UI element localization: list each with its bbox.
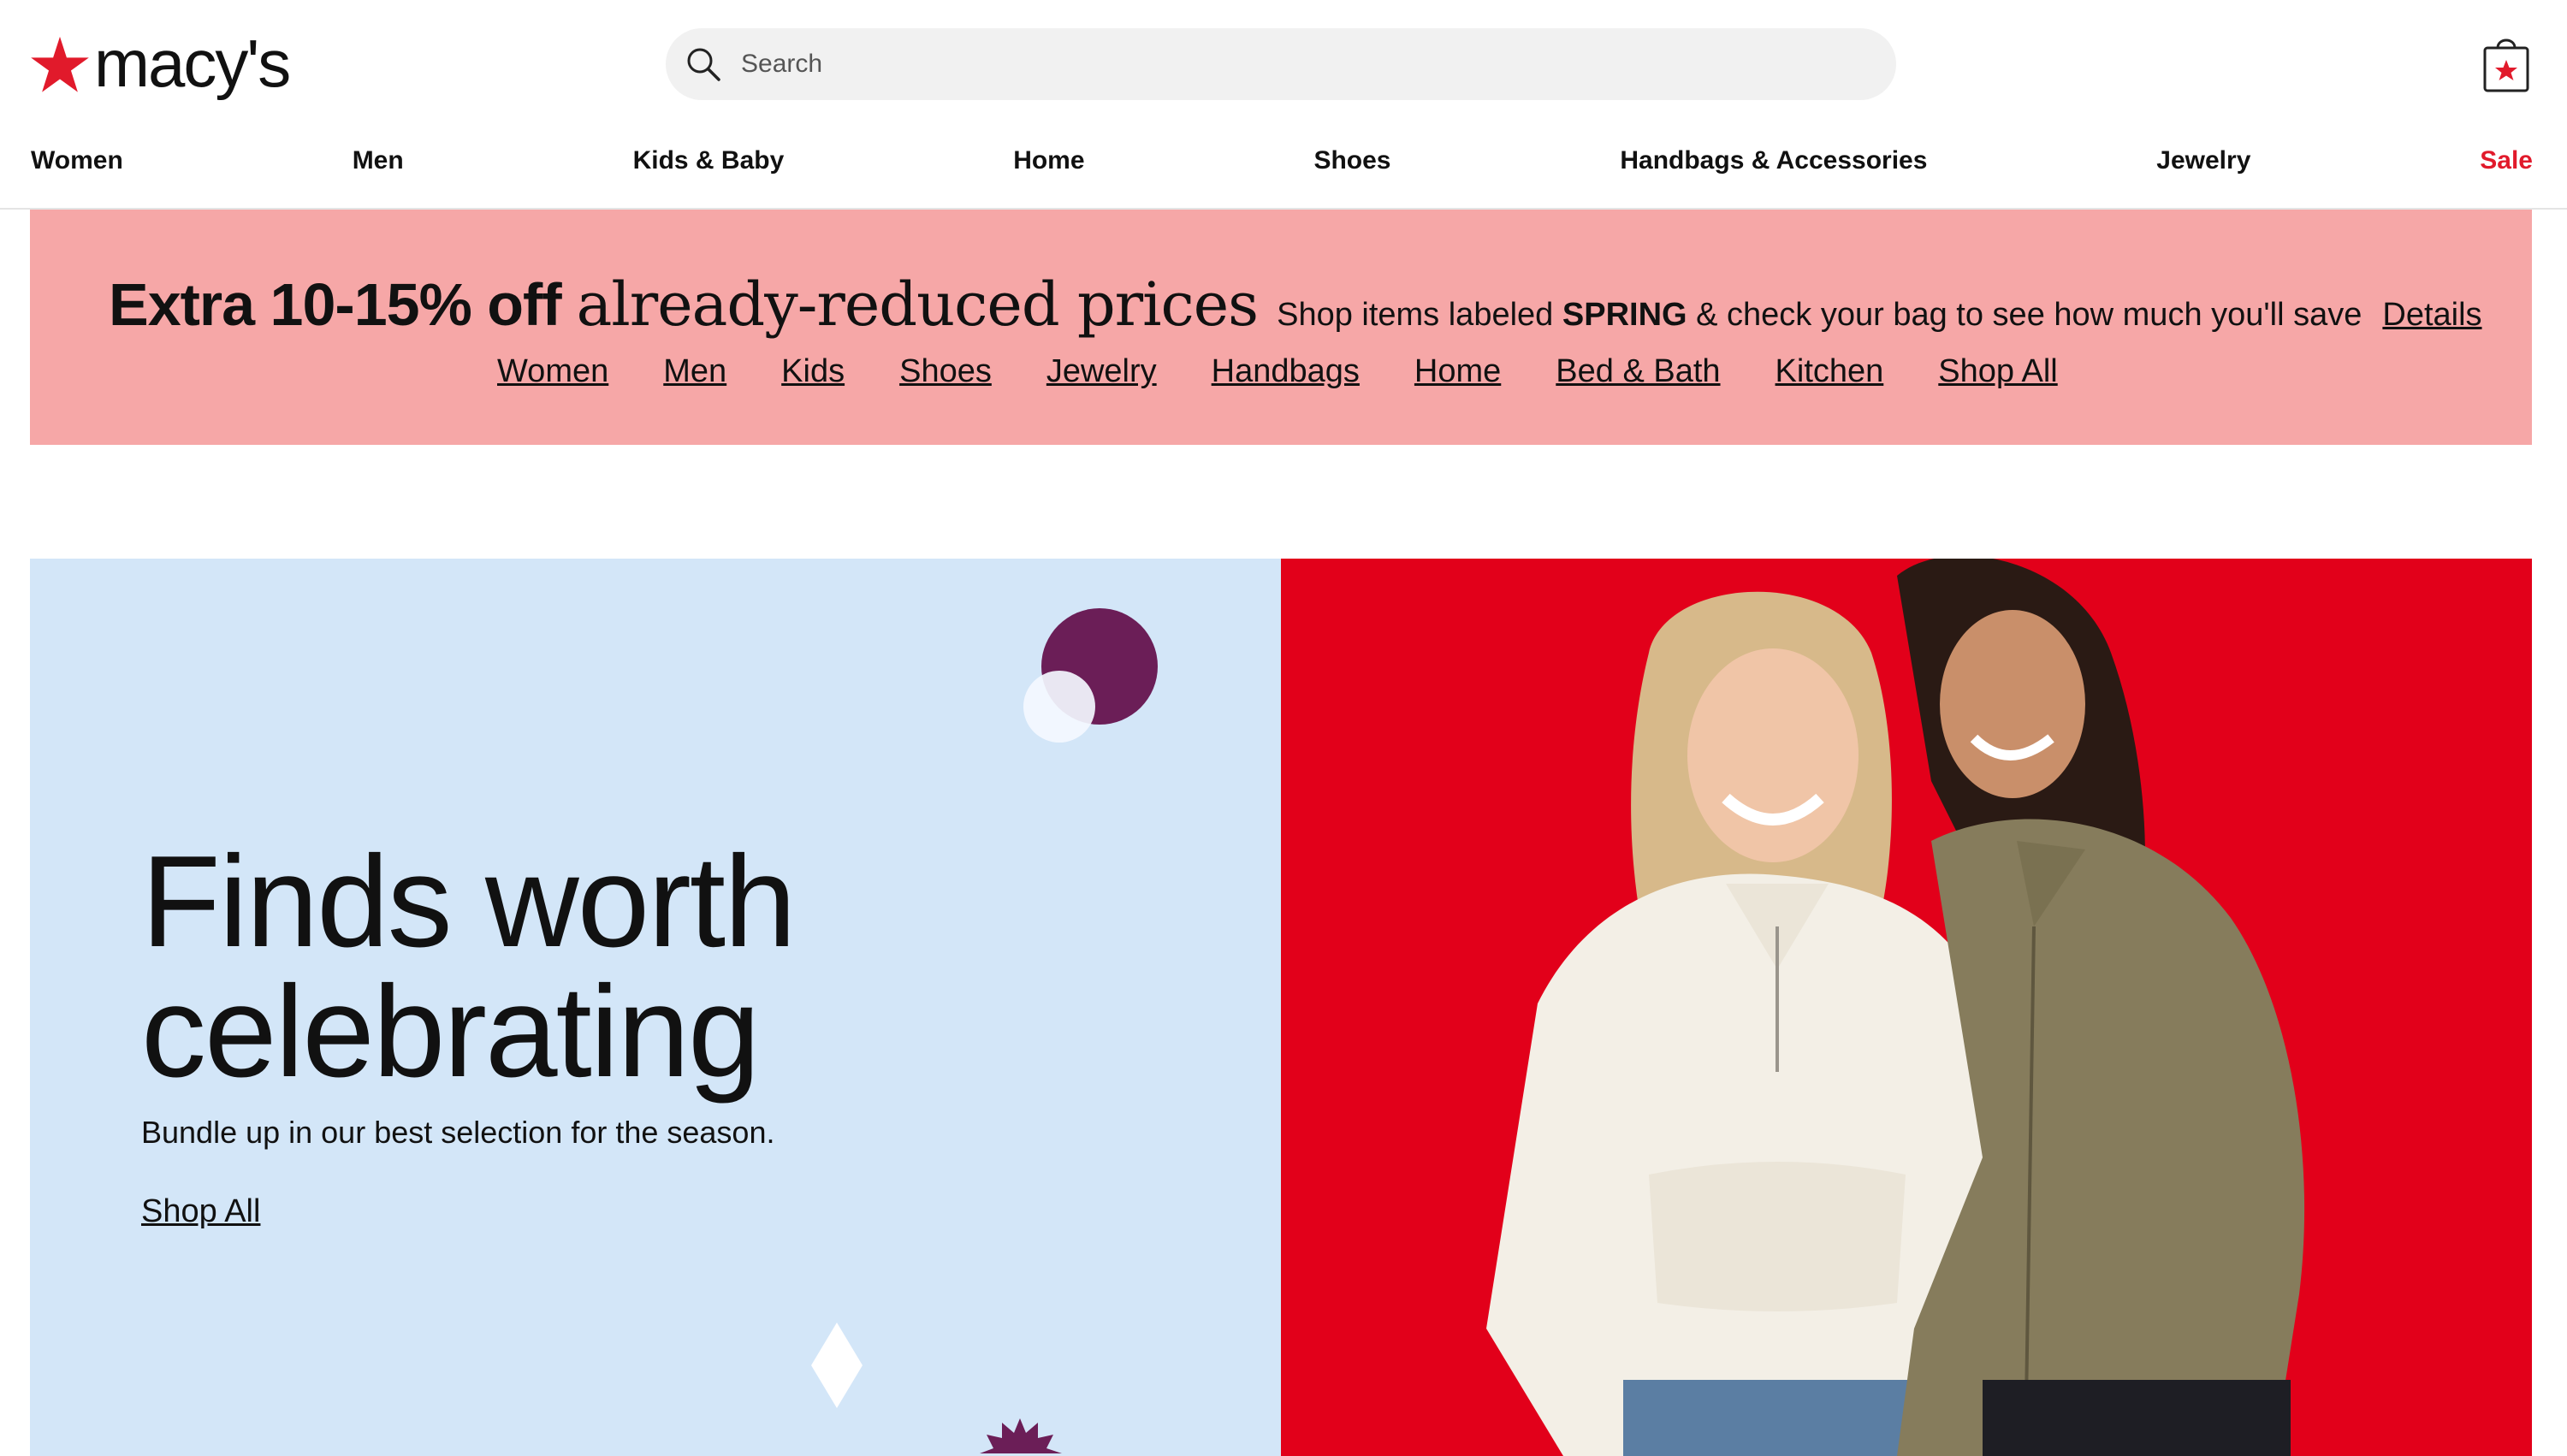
main-nav: Women Men Kids & Baby Home Shoes Handbag…	[31, 144, 2533, 178]
hero-image-panel[interactable]	[1281, 559, 2532, 1456]
promo-link-jewelry[interactable]: Jewelry	[1046, 353, 1157, 390]
promo-link-handbags[interactable]: Handbags	[1212, 353, 1360, 390]
nav-shoes[interactable]: Shoes	[1313, 146, 1390, 175]
site-header: macy's Women Men Kids & Baby Home Shoes …	[0, 0, 2567, 210]
star-icon	[31, 36, 89, 92]
promo-banner: Extra 10-15% off already-reduced prices …	[30, 210, 2532, 445]
brand-name: macy's	[94, 26, 291, 101]
promo-link-bed-bath[interactable]: Bed & Bath	[1556, 353, 1720, 390]
nav-home[interactable]: Home	[1013, 146, 1084, 175]
promo-category-links: Women Men Kids Shoes Jewelry Handbags Ho…	[497, 353, 2113, 390]
nav-jewelry[interactable]: Jewelry	[2156, 146, 2250, 175]
hero-title: Finds worth celebrating	[141, 837, 1168, 1097]
hero-text-panel: Finds worth celebrating Bundle up in our…	[30, 559, 1281, 1456]
promo-headline-serif: already-reduced prices	[576, 269, 1259, 340]
promo-sub-strong: SPRING	[1562, 297, 1687, 333]
nav-sale[interactable]: Sale	[2480, 146, 2533, 175]
decorative-diamond	[811, 1323, 863, 1408]
decorative-circles	[1023, 608, 1158, 743]
search-input[interactable]	[739, 49, 1855, 80]
nav-handbags-accessories[interactable]: Handbags & Accessories	[1620, 146, 1927, 175]
promo-link-home[interactable]: Home	[1414, 353, 1501, 390]
hero-shop-all-link[interactable]: Shop All	[141, 1193, 260, 1230]
hero-models-image	[1486, 559, 2305, 1456]
promo-link-men[interactable]: Men	[663, 353, 726, 390]
decorative-starburst	[980, 1418, 1062, 1453]
search-bar[interactable]	[666, 28, 1896, 100]
search-icon[interactable]	[685, 45, 722, 83]
hero-title-line-1: Finds worth	[141, 829, 797, 974]
promo-link-kids[interactable]: Kids	[781, 353, 845, 390]
nav-men[interactable]: Men	[353, 146, 404, 175]
hero-title-line-2: celebrating	[141, 959, 761, 1104]
nav-women[interactable]: Women	[31, 146, 123, 175]
promo-details-link[interactable]: Details	[2382, 297, 2481, 334]
promo-headline: Extra 10-15% off already-reduced prices …	[109, 269, 2505, 340]
promo-link-shoes[interactable]: Shoes	[899, 353, 992, 390]
promo-sub-before: Shop items labeled	[1277, 297, 1554, 333]
promo-headline-bold: Extra 10-15% off	[109, 271, 562, 338]
nav-kids-baby[interactable]: Kids & Baby	[633, 146, 785, 175]
promo-subtext: Shop items labeled SPRING & check your b…	[1277, 297, 2362, 334]
shopping-bag-icon[interactable]	[2481, 34, 2531, 94]
promo-link-kitchen[interactable]: Kitchen	[1776, 353, 1884, 390]
promo-sub-after: & check your bag to see how much you'll …	[1696, 297, 2362, 333]
hero-subtitle: Bundle up in our best selection for the …	[141, 1115, 775, 1150]
promo-link-women[interactable]: Women	[497, 353, 608, 390]
promo-link-shop-all[interactable]: Shop All	[1938, 353, 2057, 390]
macys-logo[interactable]: macy's	[29, 24, 294, 103]
